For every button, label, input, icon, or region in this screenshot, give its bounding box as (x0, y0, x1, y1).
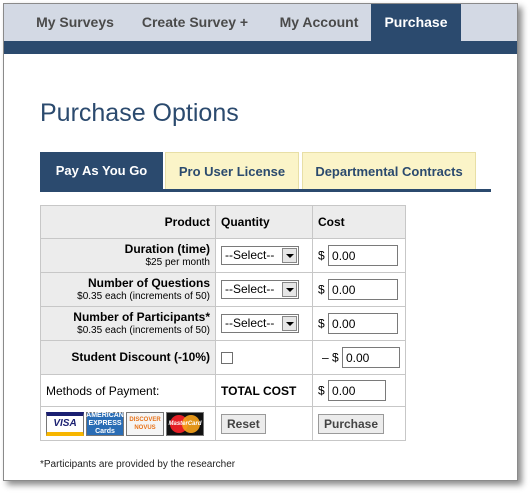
row-subtitle: $25 per month (145, 256, 211, 268)
duration-cost-field[interactable] (328, 245, 399, 266)
nav-tab-create-survey[interactable]: Create Survey + (134, 4, 256, 41)
reset-button[interactable]: Reset (221, 413, 266, 434)
cost-cell: $ (312, 306, 406, 341)
payment-cards: VISA AMERICAN EXPRESS Cards DISCOVER NOV… (46, 411, 210, 436)
table-row: Duration (time) $25 per month --Select--… (40, 238, 406, 273)
quantity-cell (215, 340, 313, 375)
dropdown-arrow-icon (282, 316, 297, 331)
quantity-cell: --Select-- (215, 272, 313, 307)
cards-cell: VISA AMERICAN EXPRESS Cards DISCOVER NOV… (40, 406, 216, 441)
header-product: Product (40, 205, 216, 239)
currency-symbol: $ (318, 383, 325, 398)
cost-cell: $ (312, 272, 406, 307)
tab-underline (40, 189, 491, 192)
quantity-cell: --Select-- (215, 306, 313, 341)
total-cost-label: TOTAL COST (215, 374, 313, 407)
tab-pay-as-you-go[interactable]: Pay As You Go (40, 152, 163, 189)
payment-methods-label: Methods of Payment: (40, 374, 216, 407)
questions-select[interactable]: --Select-- (221, 280, 299, 299)
nav-tab-my-account[interactable]: My Account (269, 4, 369, 41)
table-row: Number of Participants* $0.35 each (incr… (40, 306, 406, 341)
row-label: Duration (time) $25 per month (40, 238, 216, 273)
row-label: Student Discount (-10%) (40, 340, 216, 375)
nav-underline-bar (4, 41, 517, 54)
nav-tab-purchase[interactable]: Purchase (371, 4, 461, 41)
currency-symbol: $ (318, 316, 325, 331)
footnote: *Participants are provided by the resear… (40, 459, 236, 470)
participants-cost-field[interactable] (328, 313, 399, 334)
header-cost: Cost (312, 205, 406, 239)
currency-symbol: $ (318, 248, 325, 263)
table-header-row: Product Quantity Cost (40, 205, 406, 239)
cost-cell: $ (312, 374, 406, 407)
row-subtitle: $0.35 each (increments of 50) (77, 324, 210, 336)
tab-pro-user-license[interactable]: Pro User License (165, 152, 299, 189)
pricing-table: Product Quantity Cost Duration (time) $2… (40, 205, 406, 441)
nav-tab-my-surveys[interactable]: My Surveys (24, 4, 126, 41)
amex-logo: AMERICAN EXPRESS Cards (86, 411, 124, 436)
page-title: Purchase Options (40, 99, 239, 127)
discount-cost-field[interactable] (342, 347, 400, 368)
header-quantity: Quantity (215, 205, 313, 239)
row-title: Number of Participants* (73, 309, 210, 324)
total-cost-field[interactable] (328, 380, 387, 401)
purchase-button[interactable]: Purchase (318, 413, 385, 434)
row-title: Number of Questions (87, 275, 210, 290)
dropdown-arrow-icon (282, 248, 297, 263)
dropdown-arrow-icon (282, 282, 297, 297)
cost-cell: $ (312, 238, 406, 273)
student-discount-checkbox[interactable] (221, 352, 233, 365)
table-row: Number of Questions $0.35 each (incremen… (40, 272, 406, 307)
select-value: --Select-- (225, 282, 275, 296)
quantity-cell: --Select-- (215, 238, 313, 273)
action-row: VISA AMERICAN EXPRESS Cards DISCOVER NOV… (40, 406, 406, 441)
visa-logo: VISA (46, 411, 84, 436)
select-value: --Select-- (225, 248, 275, 262)
top-nav: My Surveys Create Survey + My Account Pu… (4, 4, 517, 41)
row-label: Number of Questions $0.35 each (incremen… (40, 272, 216, 307)
row-title: Student Discount (-10%) (71, 350, 210, 364)
total-row: Methods of Payment: TOTAL COST $ (40, 374, 406, 407)
participants-select[interactable]: --Select-- (221, 314, 299, 333)
discover-logo: DISCOVER NOVUS (126, 411, 164, 436)
select-value: --Select-- (225, 316, 275, 330)
discount-row: Student Discount (-10%) – $ (40, 340, 406, 375)
reset-cell: Reset (215, 406, 313, 441)
row-label: Number of Participants* $0.35 each (incr… (40, 306, 216, 341)
page-frame: My Surveys Create Survey + My Account Pu… (3, 3, 518, 481)
tab-departmental-contracts[interactable]: Departmental Contracts (302, 152, 476, 189)
questions-cost-field[interactable] (328, 279, 399, 300)
cost-cell: – $ (312, 340, 406, 375)
duration-select[interactable]: --Select-- (221, 246, 299, 265)
mastercard-logo: MasterCard (166, 411, 204, 436)
row-title: Duration (time) (124, 241, 210, 256)
currency-symbol: $ (318, 282, 325, 297)
purchase-cell: Purchase (312, 406, 406, 441)
row-subtitle: $0.35 each (increments of 50) (77, 290, 210, 302)
discount-prefix: – $ (321, 350, 339, 365)
